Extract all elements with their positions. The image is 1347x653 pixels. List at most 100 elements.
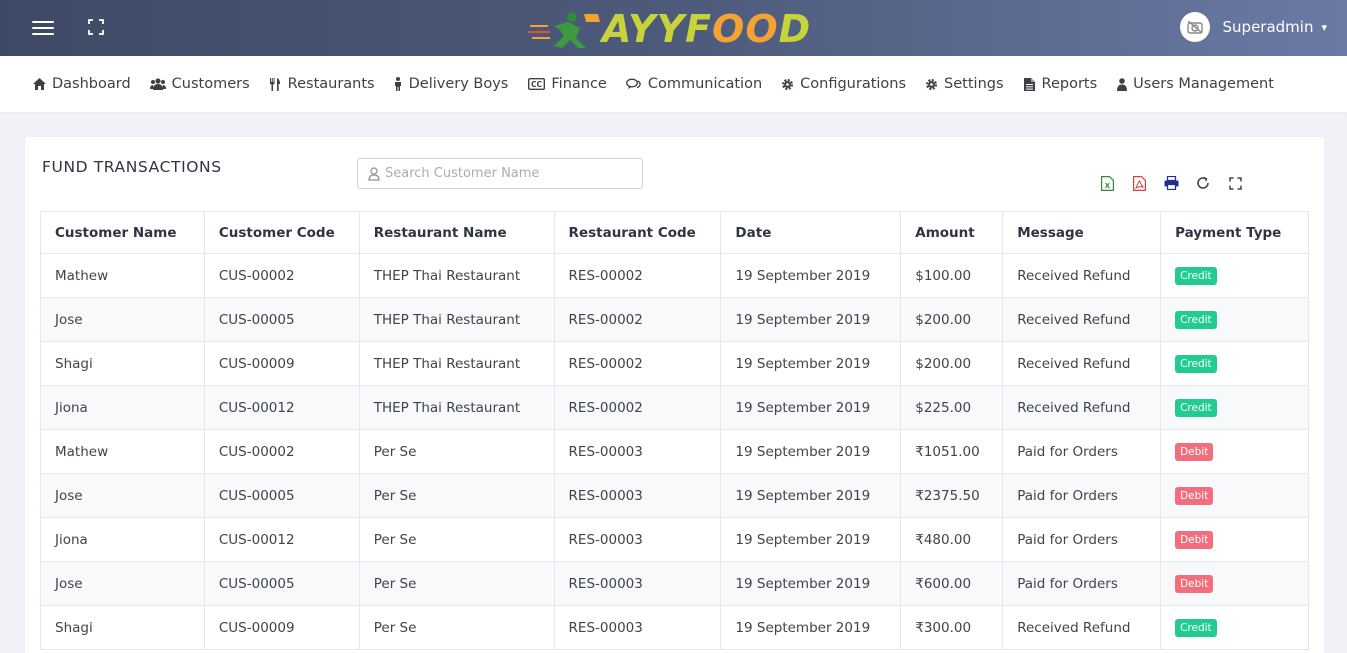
table-cell: $100.00 <box>900 253 1004 298</box>
menu-icon[interactable] <box>32 17 54 37</box>
nav-label: Finance <box>551 76 607 92</box>
nav-item-dashboard[interactable]: Dashboard <box>33 76 131 92</box>
table-cell: Jose <box>40 297 205 342</box>
fullscreen-icon[interactable] <box>88 19 104 35</box>
user-menu[interactable]: Superadmin ▾ <box>1179 12 1327 42</box>
table-cell: RES-00003 <box>553 605 722 650</box>
table-cell: Paid for Orders <box>1002 517 1162 562</box>
table-row[interactable]: Jose CUS-00005 Per Se RES-00003 19 September… <box>40 473 1309 518</box>
brand-logo[interactable]: AYYFOOD <box>528 6 838 51</box>
table-row[interactable]: Mathew CUS-00002 Per Se RES-00003 19 Septemb… <box>40 429 1309 474</box>
table-cell: 19 September 2019 <box>720 473 902 518</box>
table-cell: Shagi <box>40 341 205 386</box>
nav-label: Configurations <box>800 76 907 92</box>
table-row[interactable]: Jiona CUS-00012 THEP Thai Restaurant RES-00… <box>40 385 1309 430</box>
status-badge: Credit <box>1175 310 1217 329</box>
table-cell: Jiona <box>40 517 205 562</box>
table-cell: Shagi <box>40 605 205 650</box>
payment-type-cell: Credit <box>1160 253 1309 298</box>
table-cell: Received Refund <box>1002 297 1162 342</box>
table-cell: 19 September 2019 <box>720 297 902 342</box>
top-header: AYYFOOD Superadmin ▾ <box>0 0 1347 56</box>
nav-item-restaurants[interactable]: Restaurants <box>269 76 375 92</box>
column-header[interactable]: Customer Name <box>40 211 205 254</box>
nav-label: Delivery Boys <box>408 76 509 92</box>
table-row[interactable]: Mathew CUS-00002 THEP Thai Restaurant RES-0… <box>40 253 1309 298</box>
table-row[interactable]: Shagi CUS-00009 THEP Thai Restaurant RES-00… <box>40 341 1309 386</box>
table-cell: RES-00003 <box>553 561 722 606</box>
table-cell: Jose <box>40 561 205 606</box>
cc-icon: CC <box>527 78 545 91</box>
table-cell: Per Se <box>358 605 555 650</box>
fullscreen-icon[interactable] <box>1227 175 1243 191</box>
table-cell: RES-00002 <box>553 297 722 342</box>
camera-off-icon <box>1186 20 1203 34</box>
table-cell: THEP Thai Restaurant <box>358 385 555 430</box>
nav-item-customers[interactable]: Customers <box>149 76 250 92</box>
status-badge: Debit <box>1175 574 1214 593</box>
avatar <box>1179 12 1210 42</box>
table-cell: 19 September 2019 <box>720 341 902 386</box>
user-name: Superadmin <box>1222 18 1314 36</box>
column-header[interactable]: Date <box>720 211 902 254</box>
column-header[interactable]: Restaurant Name <box>358 211 555 254</box>
table-cell: Paid for Orders <box>1002 561 1162 606</box>
excel-export-icon[interactable]: X <box>1099 175 1115 191</box>
table-cell: 19 September 2019 <box>720 517 902 562</box>
table-cell: Mathew <box>40 253 205 298</box>
nav-item-delivery-boys[interactable]: Delivery Boys <box>394 76 509 92</box>
payment-type-cell: Debit <box>1160 561 1309 606</box>
table-row[interactable]: Jose CUS-00005 THEP Thai Restaurant RES-000… <box>40 297 1309 342</box>
table-cell: RES-00002 <box>553 341 722 386</box>
file-icon <box>1023 77 1036 91</box>
table-cell: ₹300.00 <box>900 605 1004 650</box>
table-cell: Jose <box>40 473 205 518</box>
payment-type-cell: Debit <box>1160 517 1309 562</box>
column-header[interactable]: Payment Type <box>1160 211 1309 254</box>
table-cell: RES-00002 <box>553 385 722 430</box>
nav-item-settings[interactable]: Settings <box>925 76 1004 92</box>
user-outline-icon <box>368 166 380 181</box>
column-header[interactable]: Restaurant Code <box>553 211 722 254</box>
print-icon[interactable] <box>1163 175 1179 191</box>
table-cell: $200.00 <box>900 297 1004 342</box>
status-badge: Credit <box>1175 354 1217 373</box>
status-badge: Credit <box>1175 266 1217 285</box>
table-cell: Per Se <box>358 473 555 518</box>
table-cell: 19 September 2019 <box>720 253 902 298</box>
table-cell: RES-00003 <box>553 429 722 474</box>
table-cell: CUS-00009 <box>203 605 360 650</box>
pdf-export-icon[interactable] <box>1131 175 1147 191</box>
payment-type-cell: Debit <box>1160 473 1309 518</box>
nav-item-reports[interactable]: Reports <box>1023 76 1097 92</box>
nav-item-users-management[interactable]: Users Management <box>1116 76 1274 92</box>
fund-transactions-card: FUND TRANSACTIONS X Customer NameCustome… <box>25 137 1324 653</box>
chat-icon <box>626 78 642 91</box>
table-cell: Paid for Orders <box>1002 429 1162 474</box>
user-icon <box>1116 77 1127 91</box>
table-cell: ₹480.00 <box>900 517 1004 562</box>
nav-item-finance[interactable]: CC Finance <box>527 76 607 92</box>
table-header-row: Customer Name Customer Code Restaurant Nam… <box>40 211 1309 254</box>
status-badge: Debit <box>1175 442 1214 461</box>
table-cell: $200.00 <box>900 341 1004 386</box>
table-row[interactable]: Jiona CUS-00012 Per Se RES-00003 19 Septembe… <box>40 517 1309 562</box>
table-cell: 19 September 2019 <box>720 429 902 474</box>
table-cell: CUS-00002 <box>203 253 360 298</box>
nav-item-communication[interactable]: Communication <box>626 76 762 92</box>
table-cell: CUS-00012 <box>203 517 360 562</box>
nav-label: Settings <box>944 76 1004 92</box>
search-input[interactable] <box>385 166 635 181</box>
column-header[interactable]: Amount <box>900 211 1004 254</box>
table-row[interactable]: Jose CUS-00005 Per Se RES-00003 19 September… <box>40 561 1309 606</box>
nav-item-configurations[interactable]: Configurations <box>781 76 906 92</box>
search-box[interactable] <box>357 158 643 189</box>
refresh-icon[interactable] <box>1195 175 1211 191</box>
column-header[interactable]: Customer Code <box>203 211 360 254</box>
table-row[interactable]: Shagi CUS-00009 Per Se RES-00003 19 Septembe… <box>40 605 1309 650</box>
payment-type-cell: Credit <box>1160 297 1309 342</box>
table-cell: CUS-00005 <box>203 561 360 606</box>
payment-type-cell: Credit <box>1160 385 1309 430</box>
status-badge: Debit <box>1175 486 1214 505</box>
column-header[interactable]: Message <box>1002 211 1162 254</box>
